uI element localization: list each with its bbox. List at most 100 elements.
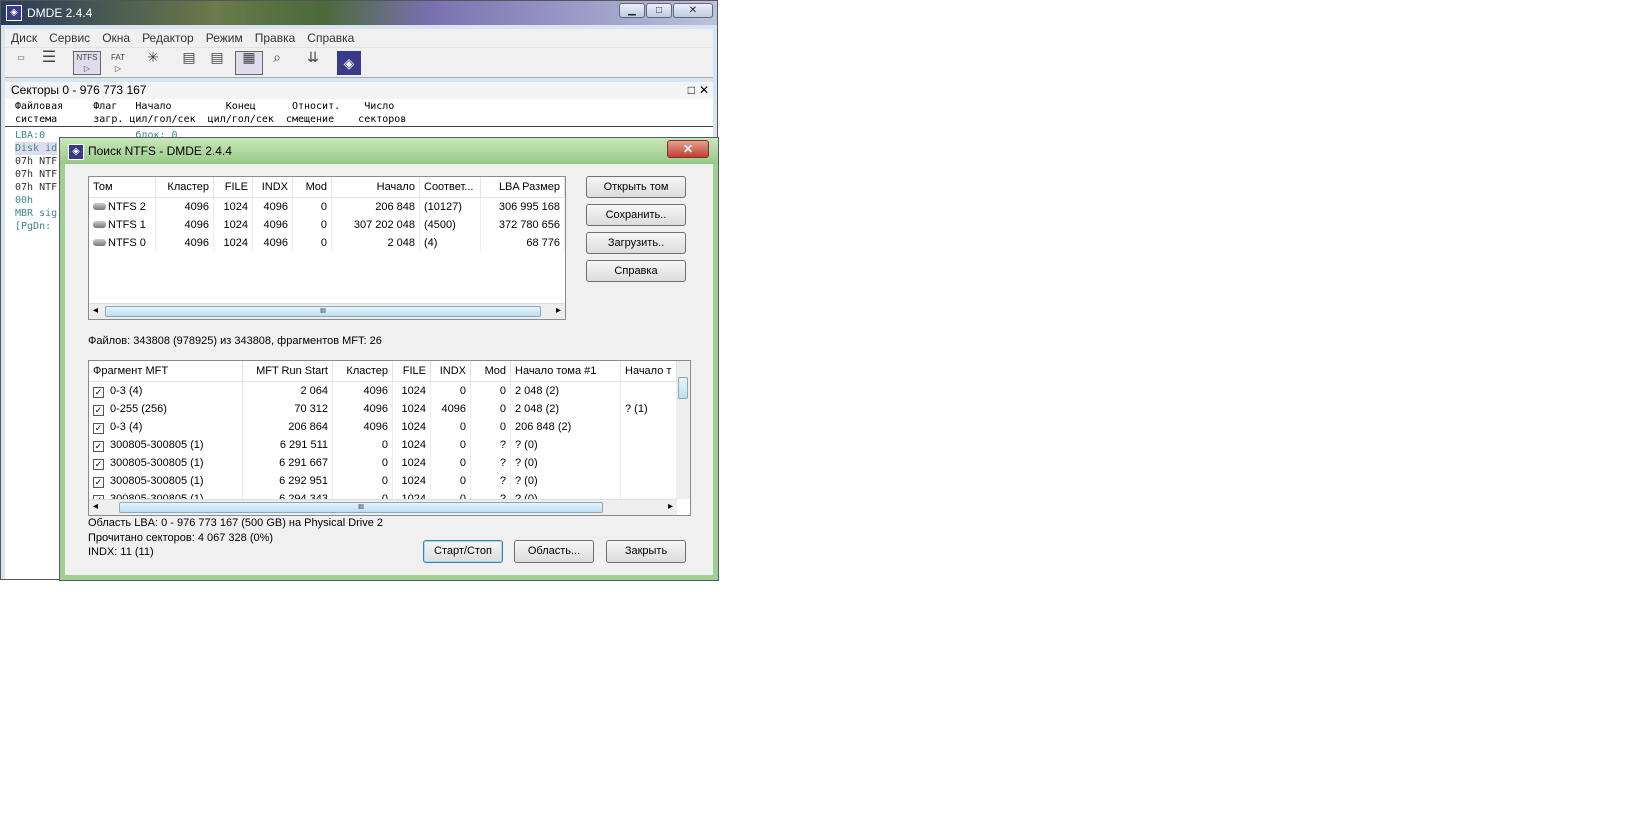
menu-disk[interactable]: Диск <box>11 31 37 45</box>
column-header[interactable]: Соответ... <box>420 177 481 198</box>
checkbox[interactable]: ✓ <box>93 477 104 488</box>
column-header[interactable]: FILE <box>214 177 253 198</box>
disk-icon[interactable]: ▭ <box>9 51 33 75</box>
column-header[interactable]: Том <box>89 177 156 198</box>
scrollbar-thumb[interactable]: III <box>119 502 603 513</box>
area-button[interactable]: Область... <box>514 540 594 563</box>
window-title: DMDE 2.4.4 <box>27 6 93 20</box>
column-header[interactable]: INDX <box>253 177 293 198</box>
vertical-scrollbar[interactable] <box>677 361 690 499</box>
column-header[interactable]: Кластер <box>333 361 393 382</box>
scroll-right-icon[interactable]: ▸ <box>668 501 673 512</box>
menu-windows[interactable]: Окна <box>102 31 130 45</box>
cell-text: 1024 <box>223 201 248 213</box>
copy-sectors-icon[interactable]: ⇊ <box>301 50 325 75</box>
table-row[interactable]: NTFS 0 4096 1024 4096 0 2 048 (4) 68 776 <box>89 234 565 252</box>
scrollbar-thumb[interactable]: III <box>105 306 541 317</box>
column-header[interactable]: FILE <box>393 361 431 382</box>
checkbox[interactable]: ✓ <box>93 459 104 470</box>
table-row[interactable]: ✓ 0-255 (256) 70 312 4096 1024 4096 0 2 048 (2)… <box>89 400 690 418</box>
open-volume-button[interactable]: Открыть том <box>586 176 686 198</box>
load-button[interactable]: Загрузить.. <box>586 232 686 254</box>
menu-editor[interactable]: Редактор <box>142 31 194 45</box>
new-file-icon[interactable]: ✳ <box>141 50 165 75</box>
cell-text: 1024 <box>223 237 248 249</box>
table-row[interactable]: NTFS 2 4096 1024 4096 0 206 848 (10127) 306 995… <box>89 198 565 216</box>
dialog-close-button[interactable]: ✕ <box>667 140 709 158</box>
find-icon[interactable]: ⌕ <box>265 50 289 75</box>
checkbox[interactable]: ✓ <box>93 423 104 434</box>
dmde-logo-icon[interactable]: ◈ <box>337 51 361 75</box>
column-header[interactable]: Фрагмент MFT <box>89 361 243 382</box>
checkbox[interactable]: ✓ <box>93 405 104 416</box>
table-cell: 1024 <box>214 234 253 252</box>
table-cell: 6 292 951 <box>243 472 333 490</box>
table-cell: 0 <box>431 454 471 472</box>
scroll-left-icon[interactable]: ◂ <box>93 305 98 316</box>
close-button[interactable]: ✕ <box>673 3 713 18</box>
hex-line: 00h <box>15 195 34 206</box>
menu-edit[interactable]: Правка <box>255 31 296 45</box>
restore-panel-icon[interactable]: □ <box>688 82 695 99</box>
checkbox[interactable]: ✓ <box>93 387 104 398</box>
close-dialog-button[interactable]: Закрыть <box>606 540 686 563</box>
sector-view-icon[interactable]: ▦ <box>235 50 263 75</box>
cell-text: 4096 <box>363 385 388 397</box>
tree-view-icon[interactable]: ▤ <box>177 50 201 75</box>
save-button[interactable]: Сохранить.. <box>586 204 686 226</box>
horizontal-scrollbar[interactable]: ◂ ▸ III <box>89 499 677 515</box>
cell-text: 1024 <box>401 403 426 415</box>
cell-text: 1024 <box>401 439 426 451</box>
fat-search-button[interactable]: FAT ▷ <box>105 51 131 75</box>
minimize-button[interactable]: ▁ <box>619 3 645 18</box>
help-button[interactable]: Справка <box>586 260 686 282</box>
table-cell: 70 312 <box>243 400 333 418</box>
table-cell: 206 848 <box>332 198 420 216</box>
scroll-right-icon[interactable]: ▸ <box>556 305 561 316</box>
table-row[interactable]: ✓ 0-3 (4) 2 064 4096 1024 0 0 2 048 (2) <box>89 382 690 400</box>
cell-text: (4) <box>424 237 438 249</box>
menu-mode[interactable]: Режим <box>206 31 243 45</box>
table-row[interactable]: ✓ 300805-300805 (1) 6 291 511 0 1024 0? ? (0) <box>89 436 690 454</box>
column-header[interactable]: Кластер <box>156 177 214 198</box>
cell-text: 0 <box>320 219 327 231</box>
column-header[interactable]: MFT Run Start <box>243 361 333 382</box>
partitions-icon[interactable]: ☰ <box>37 50 61 75</box>
cell-text: ? <box>499 439 506 451</box>
start-stop-button[interactable]: Старт/Стоп <box>423 540 503 563</box>
column-header[interactable]: Начало т <box>621 361 677 382</box>
header-line-2: система загр. цил/гол/сек цил/гол/сек см… <box>15 114 407 125</box>
table-row[interactable]: ✓ 300805-300805 (1) 6 291 667 0 1024 0? ? (0) <box>89 454 690 472</box>
ntfs-search-button[interactable]: NTFS ▷ <box>73 51 101 75</box>
close-panel-icon[interactable]: ✕ <box>699 82 709 99</box>
table-cell: 1024 <box>393 472 431 490</box>
table-row[interactable]: ✓ 300805-300805 (1) 6 292 951 0 1024 0? ? (0) <box>89 472 690 490</box>
table-cell: 372 780 656 <box>481 216 565 234</box>
maximize-button[interactable]: □ <box>646 3 672 18</box>
column-header[interactable]: INDX <box>431 361 471 382</box>
checkbox[interactable]: ✓ <box>93 441 104 452</box>
menu-service[interactable]: Сервис <box>49 31 90 45</box>
list-view-icon[interactable]: ▤ <box>205 50 229 75</box>
vertical-scrollbar-thumb[interactable] <box>678 377 688 399</box>
column-header[interactable]: Начало <box>332 177 420 198</box>
cell-text: 0-3 (4) <box>110 421 143 433</box>
column-header[interactable]: Начало тома #1 <box>511 361 621 382</box>
column-header[interactable]: Mod <box>293 177 332 198</box>
cell-text: 300805-300805 (1) <box>110 439 204 451</box>
menu-help[interactable]: Справка <box>307 31 354 45</box>
column-header[interactable]: Mod <box>471 361 511 382</box>
cell-text: ? <box>499 457 506 469</box>
cell-text: 0-3 (4) <box>110 385 143 397</box>
table-cell: 0 <box>471 382 511 400</box>
cell-text: 0 <box>381 475 388 487</box>
table-cell: 4096 <box>333 382 393 400</box>
table-row[interactable]: NTFS 1 4096 1024 4096 0 307 202 048 (4500) 372 … <box>89 216 565 234</box>
fat-label: FAT <box>110 53 126 62</box>
cell-text: 4096 <box>184 237 209 249</box>
column-header[interactable]: LBA Размер <box>481 177 565 198</box>
table-row[interactable]: ✓ 0-3 (4) 206 864 4096 1024 0 0 206 848 (2) <box>89 418 690 436</box>
horizontal-scrollbar[interactable]: ◂ ▸ III <box>89 303 565 319</box>
table-cell: ? (0) <box>511 454 621 472</box>
scroll-left-icon[interactable]: ◂ <box>93 501 98 512</box>
